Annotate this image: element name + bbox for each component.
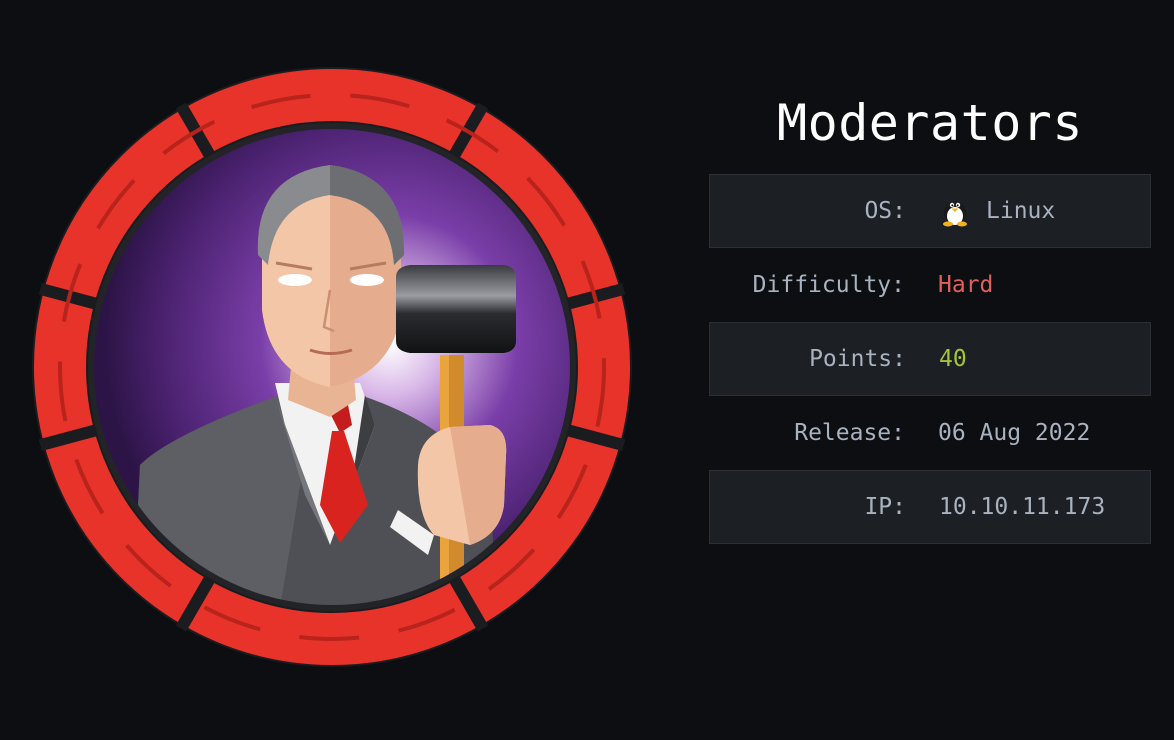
machine-avatar (30, 65, 634, 669)
os-label: OS: (864, 198, 906, 224)
release-label: Release: (794, 420, 905, 446)
info-row-os: OS: Linux (709, 174, 1151, 248)
info-row-release: Release: 06 Aug 2022 (709, 396, 1151, 470)
info-row-points: Points: 40 (709, 322, 1151, 396)
machine-info-table: OS: Linux Difficulty: Hard Points: 40 Re… (709, 174, 1151, 544)
points-label: Points: (809, 346, 906, 372)
difficulty-value: Hard (938, 272, 994, 298)
ip-value: 10.10.11.173 (939, 494, 1106, 520)
os-value-group: Linux (939, 195, 1055, 227)
moderator-with-hammer-avatar (32, 67, 632, 667)
machine-info-card: Moderators OS: Linux Difficulty: Hard Po… (0, 0, 1174, 740)
machine-name: Moderators (776, 94, 1084, 152)
tux-penguin-icon (939, 195, 971, 227)
info-row-ip: IP: 10.10.11.173 (709, 470, 1151, 544)
difficulty-label: Difficulty: (752, 272, 905, 298)
ip-label: IP: (864, 494, 906, 520)
points-value: 40 (939, 346, 967, 372)
os-value: Linux (986, 198, 1056, 224)
info-row-difficulty: Difficulty: Hard (709, 248, 1151, 322)
release-value: 06 Aug 2022 (938, 420, 1091, 446)
